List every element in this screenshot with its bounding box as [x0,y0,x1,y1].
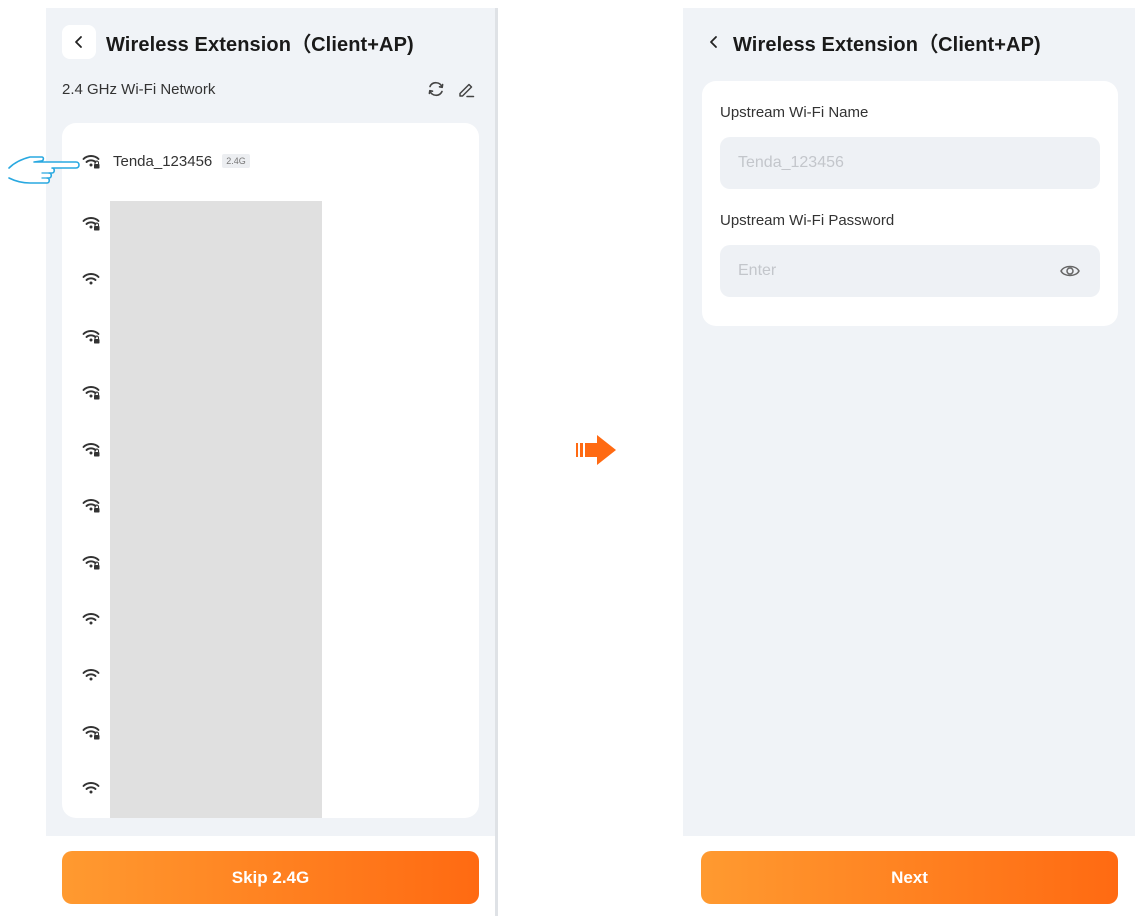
wifi-lock-icon [80,381,102,403]
wifi-lock-icon [82,217,100,231]
refresh-icon [428,81,444,97]
wifi-icon [80,608,102,630]
wifi-lock-icon [80,438,102,460]
band-badge: 2.4G [222,154,250,168]
upstream-password-label: Upstream Wi-Fi Password [720,212,895,229]
section-header: 2.4 GHz Wi-Fi Network [62,78,477,100]
eye-icon [1060,265,1080,277]
wifi-icon [80,268,102,290]
wifi-lock-icon [82,386,100,400]
edit-icon [459,83,475,98]
header: Wireless Extension（Client+AP) [62,22,414,62]
back-button[interactable] [62,25,96,59]
wifi-network-item[interactable] [80,773,102,803]
skip-2-4g-button[interactable]: Skip 2.4G [62,851,479,904]
upstream-wifi-screen: Wireless Extension（Client+AP) Upstream W… [683,8,1135,916]
upstream-password-input[interactable] [738,262,1058,280]
wifi-network-item[interactable] [80,490,102,520]
section-label: 2.4 GHz Wi-Fi Network [62,80,216,98]
wifi-icon [82,669,100,681]
wifi-lock-icon [82,556,100,570]
upstream-name-input[interactable] [738,154,1082,172]
back-button[interactable] [699,25,729,59]
upstream-name-label: Upstream Wi-Fi Name [720,104,869,121]
show-password-button[interactable] [1058,259,1082,283]
arrow-right-icon [576,435,616,465]
upstream-password-field[interactable] [720,245,1100,297]
upstream-wifi-form: Upstream Wi-Fi Name Upstream Wi-Fi Passw… [702,81,1118,326]
bottom-bar: Next [683,836,1135,916]
bottom-bar: Skip 2.4G [46,836,495,916]
wifi-lock-icon [82,443,100,457]
wifi-icon [82,613,100,625]
next-button[interactable]: Next [701,851,1118,904]
wifi-lock-icon [80,551,102,573]
wifi-network-item[interactable] [80,434,102,464]
pointing-hand-icon [8,156,80,184]
wifi-network-item[interactable] [80,208,102,238]
redacted-network-names [110,201,322,818]
wifi-lock-icon [82,726,100,740]
page-title: Wireless Extension（Client+AP) [106,33,414,56]
wifi-lock-icon [82,155,100,169]
wifi-network-item[interactable] [80,264,102,294]
wifi-lock-icon [80,325,102,347]
wifi-lock-icon [80,721,102,743]
wifi-list-screen: Wireless Extension（Client+AP) 2.4 GHz Wi… [46,8,498,916]
wifi-icon [80,777,102,799]
wifi-lock-icon [80,494,102,516]
wifi-network-item[interactable]: Tenda_123456 2.4G [80,146,250,176]
wifi-lock-icon [82,330,100,344]
wifi-network-item[interactable] [80,321,102,351]
edit-button[interactable] [455,78,477,100]
wifi-icon [82,782,100,794]
refresh-button[interactable] [425,78,447,100]
wifi-network-list: Tenda_123456 2.4G [62,123,479,818]
wifi-network-item[interactable] [80,377,102,407]
upstream-name-field[interactable] [720,137,1100,189]
wifi-network-item[interactable] [80,660,102,690]
wifi-icon [82,273,100,285]
wifi-network-item[interactable] [80,717,102,747]
wifi-icon [80,664,102,686]
page-title: Wireless Extension（Client+AP) [733,33,1041,56]
wifi-network-name: Tenda_123456 [113,152,213,170]
wifi-lock-icon [80,212,102,234]
chevron-left-icon [710,36,717,48]
wifi-network-item[interactable] [80,547,102,577]
header: Wireless Extension（Client+AP) [699,22,1041,62]
wifi-lock-icon [82,499,100,513]
section-actions [425,78,477,100]
wifi-network-item[interactable] [80,604,102,634]
chevron-left-icon [75,36,82,48]
